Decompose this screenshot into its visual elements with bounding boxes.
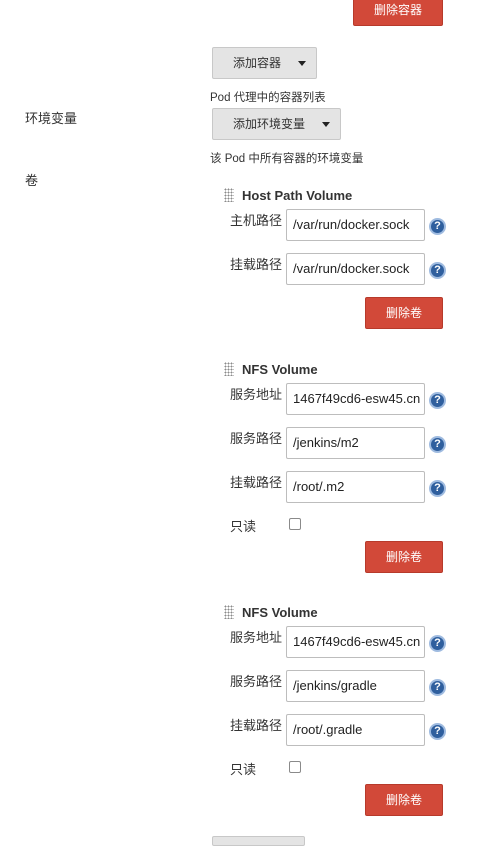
help-icon[interactable]: ? — [429, 218, 446, 235]
server-address-label: 服务地址 — [230, 630, 283, 645]
volumes-label: 卷 — [25, 173, 39, 188]
server-path-label: 服务路径 — [230, 674, 283, 689]
chevron-down-icon — [322, 122, 330, 127]
delete-volume-button[interactable]: 删除卷 — [365, 541, 443, 573]
pod-container-description: Pod 代理中的容器列表 — [210, 92, 326, 104]
server-address-input[interactable]: 1467f49cd6-esw45.cn — [286, 383, 425, 415]
delete-container-button[interactable]: 删除容器 — [353, 0, 443, 26]
mount-path-label: 挂载路径 — [230, 718, 283, 733]
add-env-variable-button[interactable]: 添加环境变量 — [212, 108, 341, 140]
help-icon[interactable]: ? — [429, 723, 446, 740]
env-variables-label: 环境变量 — [25, 111, 78, 126]
server-path-input[interactable]: /jenkins/gradle — [286, 670, 425, 702]
mount-path-input[interactable]: /root/.m2 — [286, 471, 425, 503]
section-title: NFS Volume — [242, 362, 318, 377]
readonly-checkbox[interactable] — [289, 518, 301, 530]
section-title: NFS Volume — [242, 605, 318, 620]
drag-handle-icon[interactable] — [224, 362, 234, 376]
add-container-button[interactable]: 添加容器 — [212, 47, 317, 79]
add-env-variable-label: 添加环境变量 — [233, 117, 306, 131]
add-volume-button[interactable] — [212, 836, 305, 846]
host-path-label: 主机路径 — [230, 213, 283, 228]
env-variables-description: 该 Pod 中所有容器的环境变量 — [210, 153, 364, 165]
help-icon[interactable]: ? — [429, 679, 446, 696]
host-path-input[interactable]: /var/run/docker.sock — [286, 209, 425, 241]
mount-path-input[interactable]: /var/run/docker.sock — [286, 253, 425, 285]
chevron-down-icon — [298, 61, 306, 66]
help-icon[interactable]: ? — [429, 436, 446, 453]
drag-handle-icon[interactable] — [224, 188, 234, 202]
help-icon[interactable]: ? — [429, 392, 446, 409]
drag-handle-icon[interactable] — [224, 605, 234, 619]
server-address-label: 服务地址 — [230, 387, 283, 402]
server-address-input[interactable]: 1467f49cd6-esw45.cn — [286, 626, 425, 658]
delete-volume-button[interactable]: 删除卷 — [365, 784, 443, 816]
readonly-label: 只读 — [230, 519, 257, 534]
add-container-label: 添加容器 — [233, 56, 282, 70]
server-path-label: 服务路径 — [230, 431, 283, 446]
readonly-checkbox[interactable] — [289, 761, 301, 773]
mount-path-label: 挂载路径 — [230, 475, 283, 490]
help-icon[interactable]: ? — [429, 480, 446, 497]
section-title: Host Path Volume — [242, 188, 353, 203]
help-icon[interactable]: ? — [429, 262, 446, 279]
mount-path-input[interactable]: /root/.gradle — [286, 714, 425, 746]
delete-volume-button[interactable]: 删除卷 — [365, 297, 443, 329]
server-path-input[interactable]: /jenkins/m2 — [286, 427, 425, 459]
mount-path-label: 挂载路径 — [230, 257, 283, 272]
readonly-label: 只读 — [230, 762, 257, 777]
help-icon[interactable]: ? — [429, 635, 446, 652]
